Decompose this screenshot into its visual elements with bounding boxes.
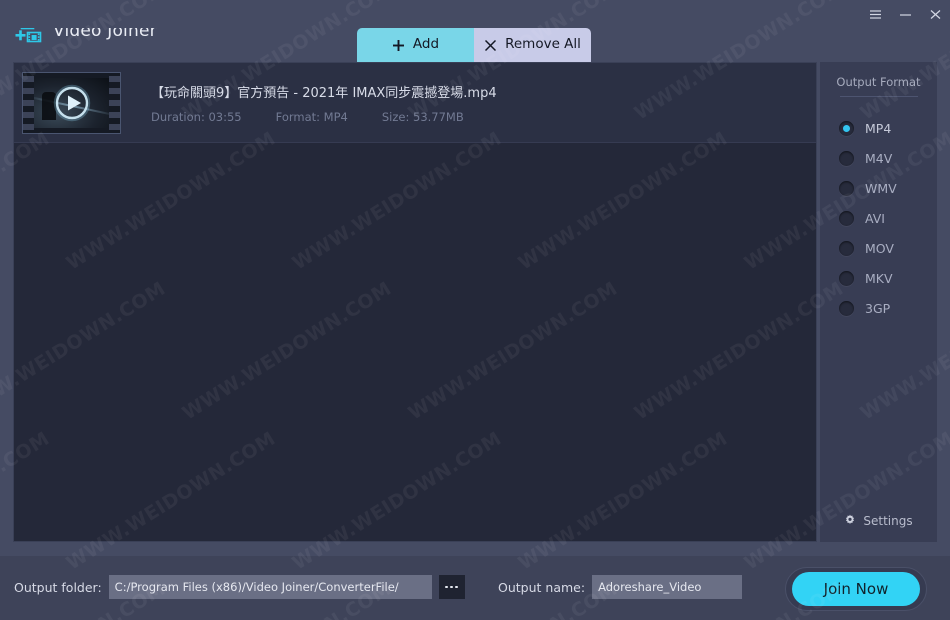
output-folder-input[interactable] [108,575,432,599]
format-option-3gp[interactable]: 3GP [839,293,937,323]
remove-all-button[interactable]: Remove All [474,28,591,62]
format-label: 3GP [865,300,891,316]
play-icon [53,84,91,122]
format-label: MOV [865,240,894,256]
format-label: AVI [865,210,885,226]
browse-folder-button[interactable] [438,575,465,599]
toolbar-tabs: Add Remove All [357,28,591,62]
sidebar-divider [839,96,918,97]
add-button-label: Add [412,36,440,53]
video-thumbnail [22,71,121,134]
close-icon[interactable] [920,0,950,28]
format-option-mp4[interactable]: MP4 [839,113,937,143]
file-duration: Duration: 03:55 [151,109,242,124]
radio-icon [839,120,854,136]
format-label: MP4 [865,120,892,136]
bottom-bar: Output folder: Output name: Join Now [0,556,950,620]
menu-icon[interactable] [860,0,890,28]
file-attributes: Duration: 03:55 Format: MP4 Size: 53.77M… [151,110,497,124]
radio-icon [839,150,854,166]
file-list-item[interactable]: 【玩命關頭9】官方預告 - 2021年 IMAX同步震撼登場.mp4 Durat… [14,63,816,143]
output-folder-label: Output folder: [14,579,102,595]
output-name-input[interactable] [592,575,743,599]
format-option-mkv[interactable]: MKV [839,263,937,293]
film-strip-right [109,72,120,133]
output-name-group: Output name: [498,575,743,599]
output-format-title: Output Format [836,75,921,89]
format-option-mov[interactable]: MOV [839,233,937,263]
format-option-m4v[interactable]: M4V [839,143,937,173]
film-strip-left [23,72,34,133]
file-size: Size: 53.77MB [381,109,464,124]
close-x-icon [484,39,497,52]
settings-label: Settings [863,513,913,528]
radio-icon [839,210,854,226]
remove-all-button-label: Remove All [505,36,581,53]
format-label: WMV [865,180,897,196]
file-info: 【玩命關頭9】官方預告 - 2021年 IMAX同步震撼登場.mp4 Durat… [151,82,497,124]
video-joiner-window: Video Joiner Add Remove All 【玩命關頭9】官方預告 … [0,0,950,620]
minimize-icon[interactable] [890,0,920,28]
output-name-label: Output name: [498,579,586,595]
radio-icon [839,300,854,316]
file-list-panel[interactable]: 【玩命關頭9】官方預告 - 2021年 IMAX同步震撼登場.mp4 Durat… [13,62,817,542]
format-option-wmv[interactable]: WMV [839,173,937,203]
add-button[interactable]: Add [357,28,474,62]
join-now-button[interactable]: Join Now [792,572,920,606]
window-controls [860,0,950,28]
plus-icon [392,39,405,52]
format-label: M4V [865,150,893,166]
radio-icon [839,270,854,286]
format-option-avi[interactable]: AVI [839,203,937,233]
output-format-radio-group: MP4 M4V WMV AVI MOV MKV 3GP [820,113,937,323]
output-folder-group: Output folder: [14,575,465,599]
gear-icon [844,511,856,530]
title-bar [0,0,950,28]
radio-icon [839,180,854,196]
format-label: MKV [865,270,893,286]
join-now-button-ring: Join Now [785,567,927,611]
radio-icon [839,240,854,256]
file-format: Format: MP4 [275,109,348,124]
file-name: 【玩命關頭9】官方預告 - 2021年 IMAX同步震撼登場.mp4 [151,85,497,101]
settings-button[interactable]: Settings [820,511,937,530]
output-format-sidebar: Output Format MP4 M4V WMV AVI MOV MKV 3G… [820,62,937,542]
